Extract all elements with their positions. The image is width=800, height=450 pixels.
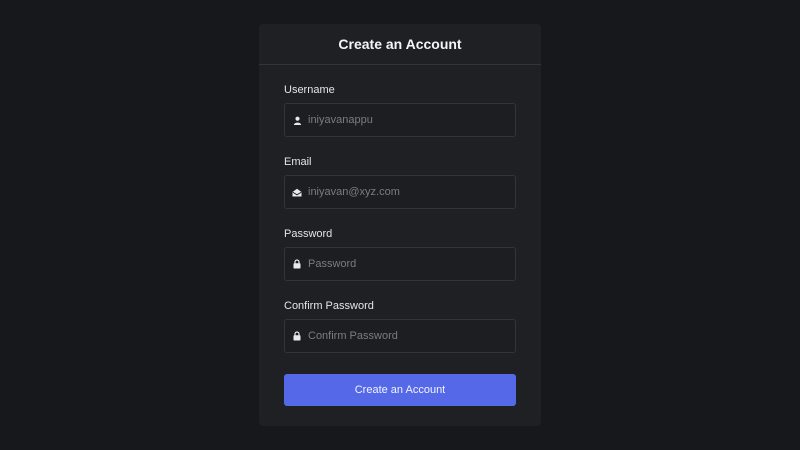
username-input[interactable] xyxy=(308,104,515,136)
confirm-password-field-group: Confirm Password xyxy=(284,300,516,353)
envelope-open-icon xyxy=(292,187,302,197)
page-title: Create an Account xyxy=(338,36,462,52)
card-header: Create an Account xyxy=(259,24,541,65)
username-input-wrap[interactable] xyxy=(284,103,516,137)
password-field-group: Password xyxy=(284,228,516,281)
password-label: Password xyxy=(284,228,333,240)
signup-form: Username Email xyxy=(259,84,541,406)
confirm-password-input-wrap[interactable] xyxy=(284,319,516,353)
username-label: Username xyxy=(284,84,335,96)
email-label: Email xyxy=(284,156,312,168)
username-field-group: Username xyxy=(284,84,516,137)
confirm-password-input[interactable] xyxy=(308,320,515,352)
password-input-wrap[interactable] xyxy=(284,247,516,281)
email-field-group: Email xyxy=(284,156,516,209)
email-input-wrap[interactable] xyxy=(284,175,516,209)
email-input[interactable] xyxy=(308,176,515,208)
signup-card: Create an Account Username Email xyxy=(259,24,541,426)
password-input[interactable] xyxy=(308,248,515,280)
confirm-password-label: Confirm Password xyxy=(284,300,374,312)
create-account-button[interactable]: Create an Account xyxy=(284,374,516,406)
user-icon xyxy=(292,115,302,125)
lock-icon xyxy=(292,331,302,341)
lock-icon xyxy=(292,259,302,269)
